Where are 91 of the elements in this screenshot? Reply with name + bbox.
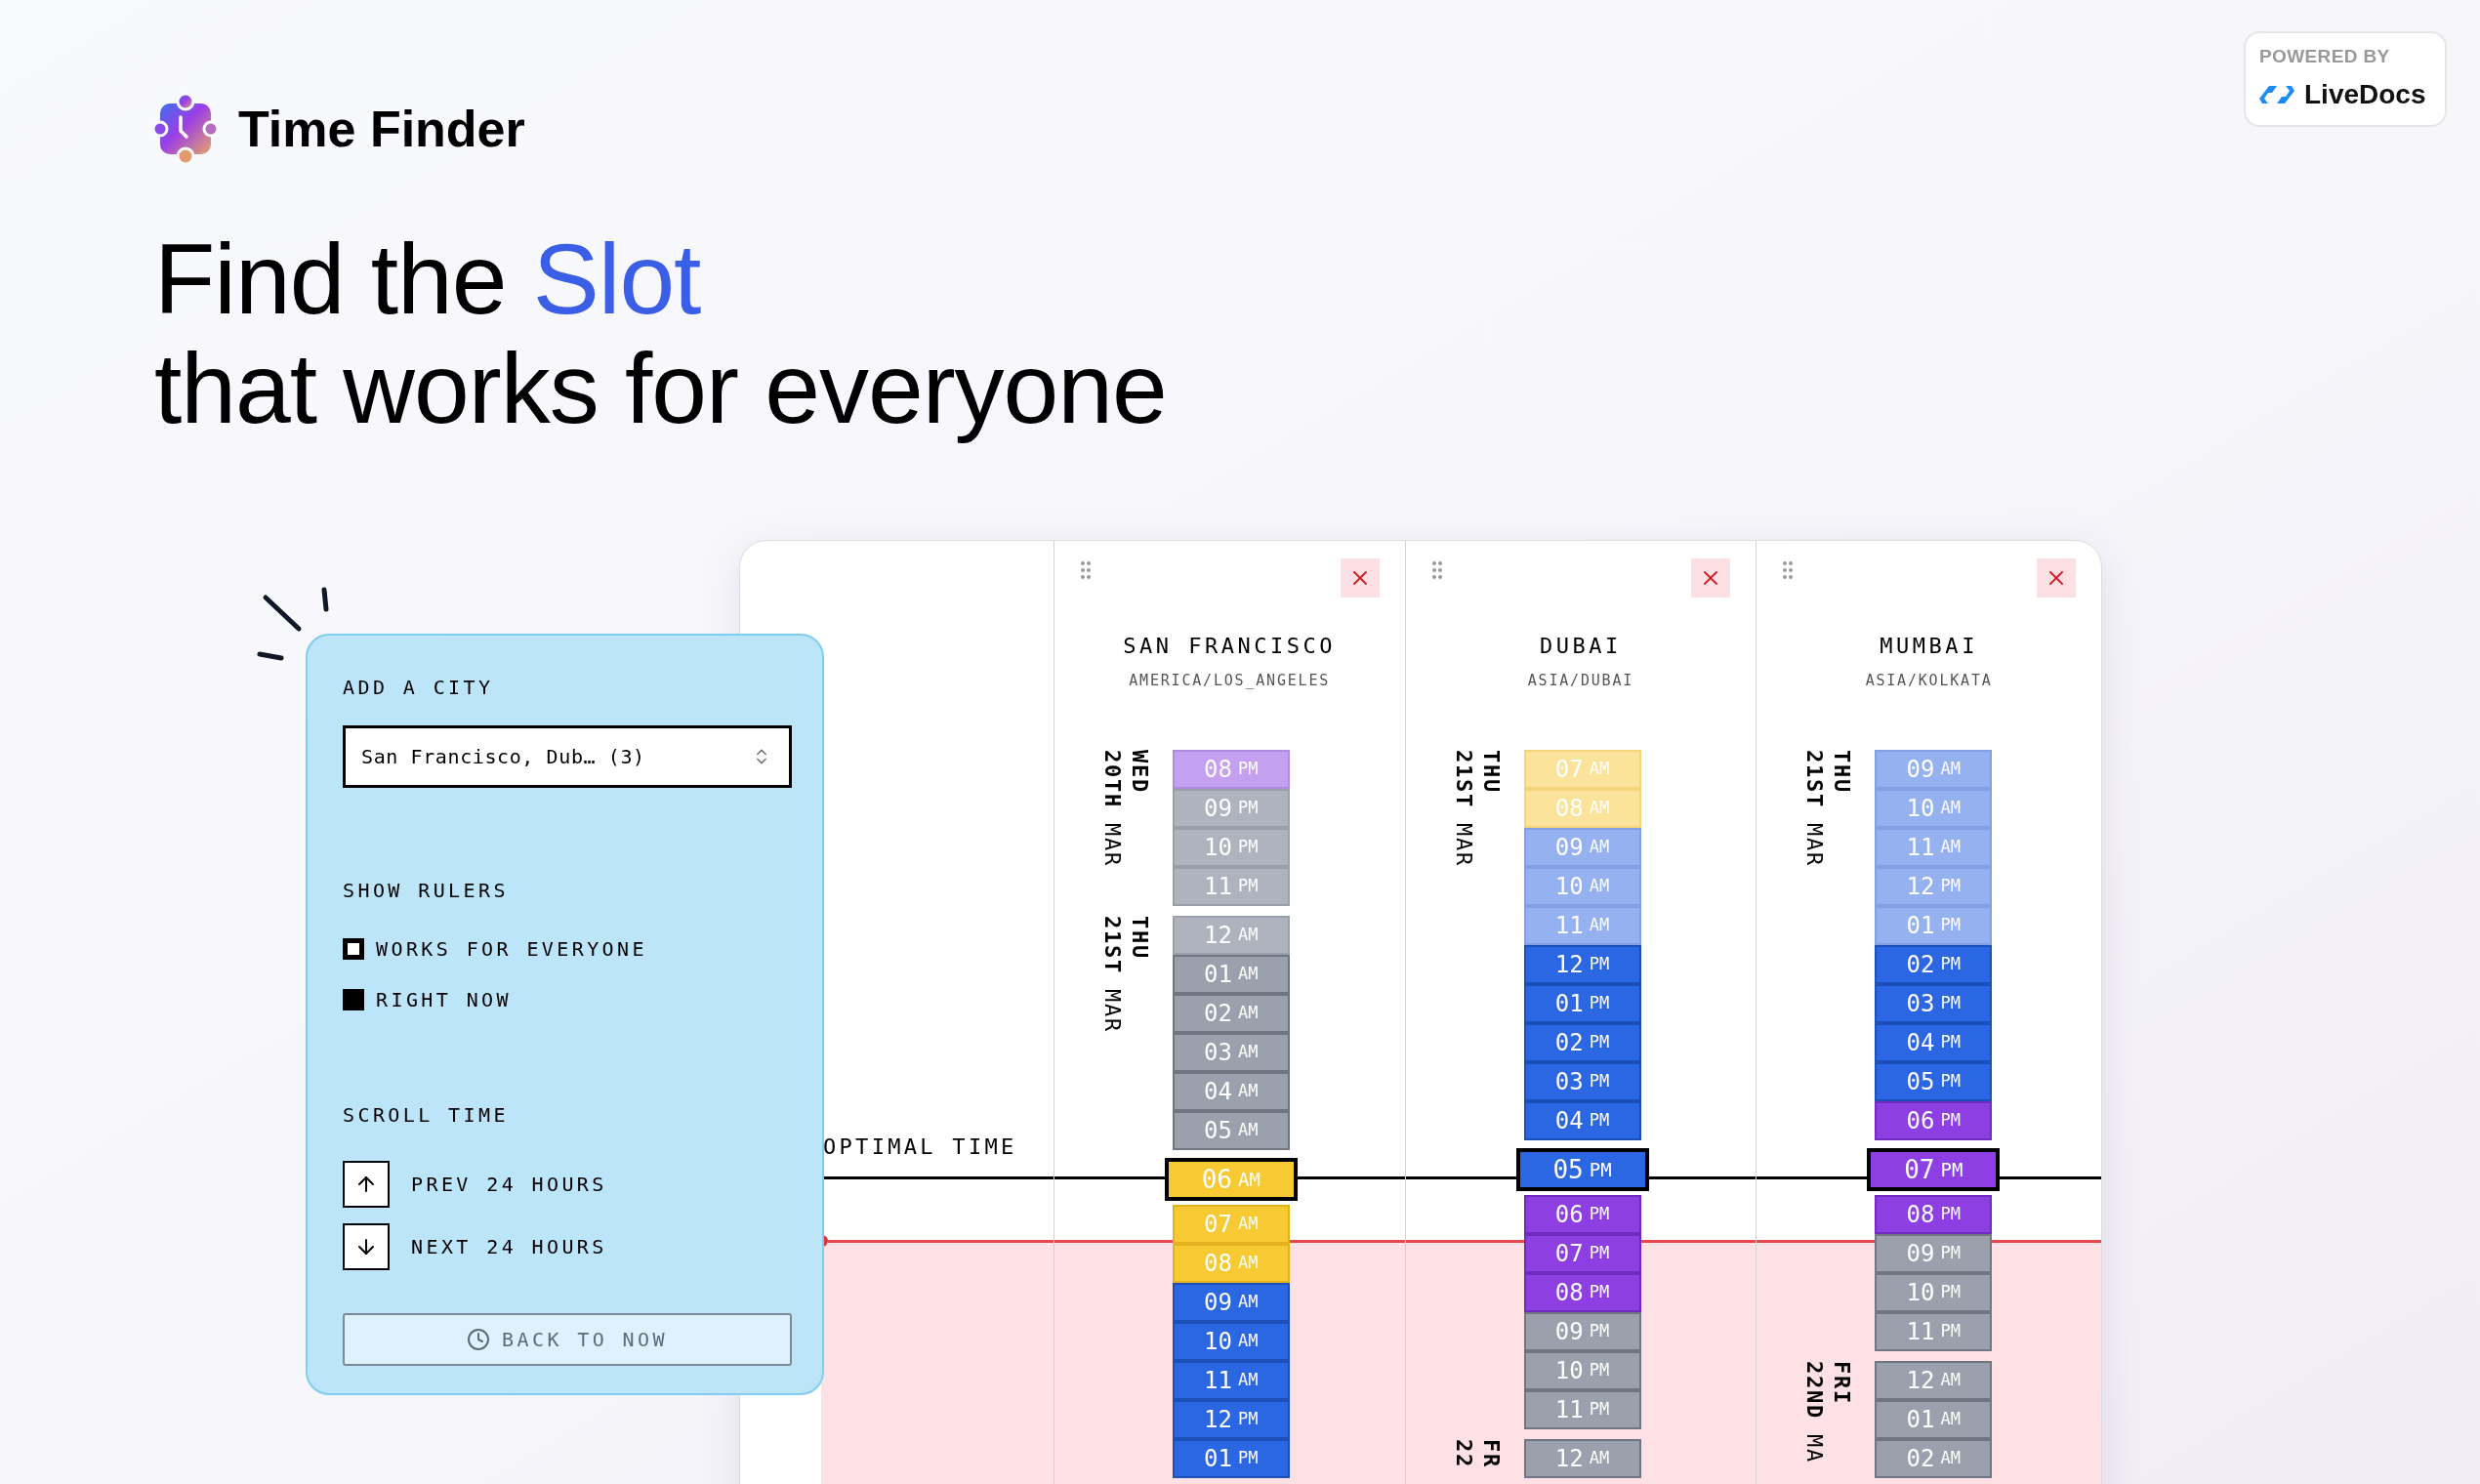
hour-cell: 01 PM	[1875, 906, 1993, 945]
hour-cell: 08 AM	[1523, 789, 1641, 828]
hour-cell: 06 AM	[1164, 1158, 1298, 1201]
city-name: DUBAI	[1538, 633, 1623, 660]
badge-caption: POWERED BY	[2259, 44, 2391, 68]
timezone-label: AMERICA/LOS_ANGELES	[1128, 672, 1332, 689]
close-button[interactable]	[1691, 558, 1731, 598]
hour-cell: 12 AM	[1875, 1361, 1993, 1400]
optimal-time-label: OPTIMAL TIME	[823, 1134, 1017, 1159]
hour-cell: 12 AM	[1172, 916, 1290, 955]
ruler-label: WORKS FOR EVERYONE	[376, 936, 647, 963]
hour-cell: 10 PM	[1523, 1351, 1641, 1390]
day-label: THU 21ST MAR	[1801, 750, 1856, 868]
hour-cell: 02 PM	[1875, 945, 1993, 984]
hour-cell: 04 AM	[1172, 1072, 1290, 1111]
hour-cell: 10 AM	[1875, 789, 1993, 828]
headline: Find the Slot that works for everyone	[154, 225, 1168, 443]
hour-cell: 04 PM	[1875, 1023, 1993, 1062]
hour-cell: 12 PM	[1523, 945, 1641, 984]
hour-cell: 01 AM	[1172, 955, 1290, 994]
hour-cell: 10 AM	[1172, 1322, 1290, 1361]
hour-cell: 02 AM	[1875, 1439, 1993, 1478]
hour-cell: 09 PM	[1523, 1312, 1641, 1351]
hour-cell: 10 PM	[1172, 828, 1290, 867]
hour-cell: 01 PM	[1172, 1439, 1290, 1478]
hour-cell: 09 PM	[1875, 1234, 1993, 1273]
ruler-label: RIGHT NOW	[376, 987, 512, 1013]
hour-cell: 11 PM	[1523, 1390, 1641, 1429]
scroll-button[interactable]: PREV 24 HOURS	[343, 1161, 607, 1208]
timezone-label: ASIA/DUBAI	[1526, 672, 1635, 689]
hour-cell: 11 PM	[1172, 867, 1290, 906]
hour-cell: 02 AM	[1172, 994, 1290, 1033]
hour-cell: 08 PM	[1523, 1273, 1641, 1312]
hour-cell: 08 PM	[1172, 750, 1290, 789]
livedocs-logo-icon	[2259, 84, 2294, 106]
hour-cell: 11 AM	[1172, 1361, 1290, 1400]
hour-cell: 03 PM	[1875, 984, 1993, 1023]
hour-cell: 07 AM	[1523, 750, 1641, 789]
hour-cell: 08 PM	[1875, 1195, 1993, 1234]
hour-cell: 06 PM	[1875, 1101, 1993, 1140]
day-label: WED 20TH MAR	[1098, 750, 1153, 868]
city-name: SAN FRANCISCO	[1122, 633, 1338, 660]
hour-cell: 09 AM	[1172, 1283, 1290, 1322]
hour-cell: 07 PM	[1523, 1234, 1641, 1273]
app-title: Time Finder	[238, 103, 525, 154]
hour-cell: 02 PM	[1523, 1023, 1641, 1062]
day-label: THU 21ST MAR	[1098, 916, 1153, 1034]
day-label: FR 22	[1450, 1439, 1505, 1468]
section-title: SCROLL TIME	[343, 1102, 510, 1128]
hour-cell: 10 AM	[1523, 867, 1641, 906]
hour-cell: 04 PM	[1523, 1101, 1641, 1140]
hour-cell: 05 PM	[1515, 1148, 1649, 1191]
hour-cell: 11 AM	[1523, 906, 1641, 945]
outline-square-icon	[343, 938, 364, 960]
close-button[interactable]	[2037, 558, 2076, 598]
solid-square-icon	[343, 989, 364, 1010]
day-label: FRI 22ND MA	[1801, 1361, 1856, 1464]
powered-by-badge[interactable]: POWERED BY LiveDocs	[2244, 31, 2447, 127]
hour-cell: 12 AM	[1523, 1439, 1641, 1478]
brand-name: LiveDocs	[2304, 78, 2426, 112]
hour-cell: 11 AM	[1875, 828, 1993, 867]
logo-icon	[154, 92, 217, 166]
close-button[interactable]	[1340, 558, 1380, 598]
hour-cell: 01 PM	[1523, 984, 1641, 1023]
hour-cell: 12 PM	[1875, 867, 1993, 906]
hour-cell: 08 AM	[1172, 1244, 1290, 1283]
hour-cell: 01 AM	[1875, 1400, 1993, 1439]
hour-cell: 11 PM	[1875, 1312, 1993, 1351]
timezone-label: ASIA/KOLKATA	[1864, 672, 1994, 689]
hour-cell: 03 AM	[1172, 1033, 1290, 1072]
hour-cell: 09 AM	[1875, 750, 1993, 789]
back-to-now-button[interactable]: BACK TO NOW	[343, 1313, 792, 1366]
hour-cell: 10 PM	[1875, 1273, 1993, 1312]
section-title: SHOW RULERS	[343, 878, 510, 903]
hour-cell: 05 AM	[1172, 1111, 1290, 1150]
scroll-button[interactable]: NEXT 24 HOURS	[343, 1223, 607, 1270]
hour-cell: 07 PM	[1867, 1148, 2001, 1191]
hour-cell: 09 PM	[1172, 789, 1290, 828]
arrow-up-icon	[343, 1161, 390, 1208]
clock-icon	[467, 1328, 491, 1351]
hour-cell: 06 PM	[1523, 1195, 1641, 1234]
day-label: THU 21ST MAR	[1450, 750, 1505, 868]
hour-cell: 07 AM	[1172, 1205, 1290, 1244]
hour-cell: 09 AM	[1523, 828, 1641, 867]
city-select[interactable]: San Francisco, Dub… (3)	[343, 725, 792, 788]
hour-cell: 05 PM	[1875, 1062, 1993, 1101]
section-title: ADD A CITY	[343, 675, 495, 700]
arrow-down-icon	[343, 1223, 390, 1270]
city-name: MUMBAI	[1879, 633, 1979, 660]
hour-cell: 12 PM	[1172, 1400, 1290, 1439]
hour-cell: 03 PM	[1523, 1062, 1641, 1101]
